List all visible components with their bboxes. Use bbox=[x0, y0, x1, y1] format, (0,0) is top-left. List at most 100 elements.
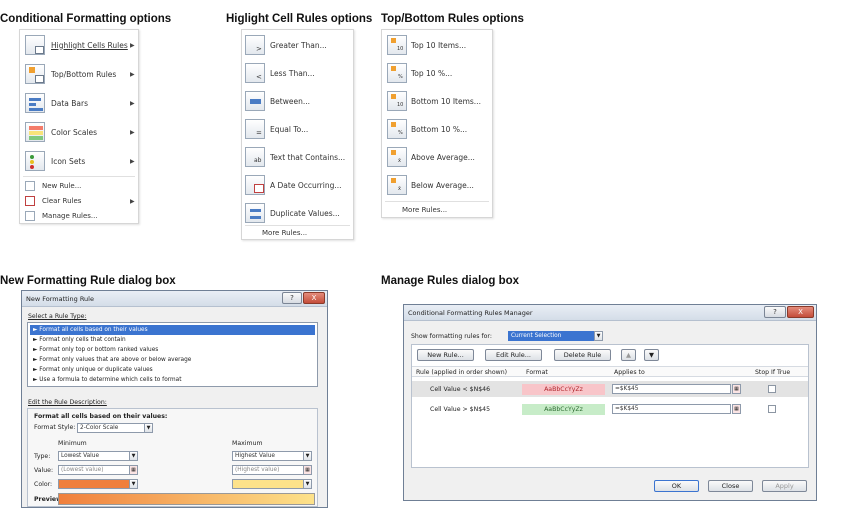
data-bars-icon bbox=[25, 93, 45, 113]
stop-if-true-checkbox[interactable] bbox=[768, 385, 776, 393]
menu-label: Below Average... bbox=[411, 180, 474, 190]
eraser-icon bbox=[25, 196, 35, 206]
move-up-button[interactable]: ▲ bbox=[621, 349, 636, 361]
range-picker-icon[interactable]: ▦ bbox=[303, 465, 312, 475]
max-value-input[interactable]: (Highest value) bbox=[232, 465, 304, 475]
chevron-right-icon: ▶ bbox=[130, 70, 135, 78]
close-dialog-button[interactable]: Close bbox=[708, 480, 753, 492]
menu-item-below-average[interactable]: x̄ Below Average... bbox=[382, 175, 492, 195]
menu-item-new-rule[interactable]: New Rule... bbox=[20, 179, 138, 193]
range-picker-icon[interactable]: ▦ bbox=[732, 384, 741, 394]
applies-to-input[interactable]: =$K$45 bbox=[612, 404, 731, 414]
rule-description-panel: Format all cells based on their values: … bbox=[27, 408, 318, 507]
select-rule-type-label: Select a Rule Type: bbox=[28, 313, 87, 320]
range-picker-icon[interactable]: ▦ bbox=[129, 465, 138, 475]
close-button[interactable]: X bbox=[303, 292, 325, 304]
below-average-icon: x̄ bbox=[387, 175, 407, 195]
menu-label: More Rules... bbox=[262, 229, 308, 237]
ok-button[interactable]: OK bbox=[654, 480, 699, 492]
menu-item-date-occurring[interactable]: A Date Occurring... bbox=[242, 175, 353, 195]
menu-item-manage-rules[interactable]: Manage Rules... bbox=[20, 209, 138, 223]
table-row[interactable]: Cell Value < $N$46 AaBbCcYyZz =$K$45 ▦ bbox=[412, 381, 808, 397]
manage-rules-icon bbox=[25, 211, 35, 221]
menu-label: Greater Than... bbox=[270, 40, 327, 50]
menu-item-equal-to[interactable]: = Equal To... bbox=[242, 119, 353, 139]
help-button[interactable]: ? bbox=[282, 292, 302, 304]
menu-item-greater-than[interactable]: > Greater Than... bbox=[242, 35, 353, 55]
max-color-picker[interactable] bbox=[232, 479, 304, 489]
menu-item-top-bottom[interactable]: Top/Bottom Rules ▶ bbox=[20, 64, 138, 84]
format-preview: AaBbCcYyZz bbox=[522, 404, 605, 415]
top-10-icon: 10 bbox=[387, 35, 407, 55]
chevron-down-icon[interactable]: ▼ bbox=[129, 479, 138, 489]
cf-options-title: Conditional Formatting options bbox=[0, 13, 172, 25]
rule-type-item[interactable]: ► Format only unique or duplicate values bbox=[30, 365, 315, 375]
table-row[interactable]: Cell Value > $N$45 AaBbCcYyZz =$K$45 ▦ bbox=[412, 401, 808, 417]
menu-item-more-rules[interactable]: More Rules... bbox=[242, 226, 353, 240]
menu-item-bottom-10-items[interactable]: 10 Bottom 10 Items... bbox=[382, 91, 492, 111]
menu-item-highlight-cells[interactable]: Highlight Cells Rules ▶ bbox=[20, 35, 138, 55]
chevron-down-icon[interactable]: ▼ bbox=[594, 331, 603, 341]
format-style-select[interactable]: 2-Color Scale bbox=[77, 423, 145, 433]
format-all-label: Format all cells based on their values: bbox=[34, 413, 168, 420]
menu-item-top-10-percent[interactable]: % Top 10 %... bbox=[382, 63, 492, 83]
new-rule-button[interactable]: New Rule... bbox=[417, 349, 474, 361]
show-rules-select[interactable]: Current Selection bbox=[508, 331, 594, 341]
move-down-button[interactable]: ▼ bbox=[644, 349, 659, 361]
help-button[interactable]: ? bbox=[764, 306, 786, 318]
close-button[interactable]: X bbox=[787, 306, 814, 318]
apply-button[interactable]: Apply bbox=[762, 480, 807, 492]
rule-type-list: ► Format all cells based on their values… bbox=[27, 322, 318, 387]
rules-manager-dialog: Conditional Formatting Rules Manager ? X… bbox=[403, 304, 817, 501]
top-bottom-rules-menu: 10 Top 10 Items... % Top 10 %... 10 Bott… bbox=[381, 29, 493, 218]
chevron-down-icon[interactable]: ▼ bbox=[144, 423, 153, 433]
rule-type-item[interactable]: ► Format only values that are above or b… bbox=[30, 355, 315, 365]
type-label: Type: bbox=[34, 453, 51, 460]
menu-label: Bottom 10 Items... bbox=[411, 96, 481, 106]
min-type-select[interactable]: Lowest Value bbox=[58, 451, 130, 461]
menu-item-above-average[interactable]: x̄ Above Average... bbox=[382, 147, 492, 167]
rule-type-item[interactable]: ► Use a formula to determine which cells… bbox=[30, 375, 315, 385]
delete-rule-button[interactable]: Delete Rule bbox=[554, 349, 611, 361]
chevron-down-icon[interactable]: ▼ bbox=[303, 479, 312, 489]
menu-item-text-contains[interactable]: ab Text that Contains... bbox=[242, 147, 353, 167]
rule-type-item[interactable]: ► Format only top or bottom ranked value… bbox=[30, 345, 315, 355]
menu-item-less-than[interactable]: < Less Than... bbox=[242, 63, 353, 83]
menu-item-bottom-10-percent[interactable]: % Bottom 10 %... bbox=[382, 119, 492, 139]
column-header: Applies to bbox=[614, 369, 645, 376]
highlight-options-title: Higlight Cell Rules options bbox=[226, 13, 373, 25]
menu-item-icon-sets[interactable]: Icon Sets ▶ bbox=[20, 151, 138, 171]
format-preview: AaBbCcYyZz bbox=[522, 384, 605, 395]
menu-item-data-bars[interactable]: Data Bars ▶ bbox=[20, 93, 138, 113]
min-value-input[interactable]: (Lowest value) bbox=[58, 465, 130, 475]
new-rule-title: New Formatting Rule dialog box bbox=[0, 275, 176, 287]
edit-rule-description-label: Edit the Rule Description: bbox=[28, 399, 107, 406]
menu-item-between[interactable]: Between... bbox=[242, 91, 353, 111]
max-type-select[interactable]: Highest Value bbox=[232, 451, 304, 461]
chevron-right-icon: ▶ bbox=[130, 41, 135, 49]
applies-to-input[interactable]: =$K$45 bbox=[612, 384, 731, 394]
range-picker-icon[interactable]: ▦ bbox=[732, 404, 741, 414]
chevron-down-icon[interactable]: ▼ bbox=[303, 451, 312, 461]
rule-type-item[interactable]: ► Format all cells based on their values bbox=[30, 325, 315, 335]
show-rules-label: Show formatting rules for: bbox=[411, 333, 492, 340]
menu-item-more-rules[interactable]: More Rules... bbox=[382, 203, 492, 217]
menu-item-duplicate-values[interactable]: Duplicate Values... bbox=[242, 203, 353, 223]
menu-label: Bottom 10 %... bbox=[411, 124, 468, 134]
min-color-picker[interactable] bbox=[58, 479, 130, 489]
edit-rule-button[interactable]: Edit Rule... bbox=[485, 349, 542, 361]
menu-item-top-10-items[interactable]: 10 Top 10 Items... bbox=[382, 35, 492, 55]
menu-item-clear-rules[interactable]: Clear Rules ▶ bbox=[20, 194, 138, 208]
above-average-icon: x̄ bbox=[387, 147, 407, 167]
chevron-right-icon: ▶ bbox=[130, 128, 135, 136]
manage-rules-title: Manage Rules dialog box bbox=[381, 275, 520, 287]
value-label: Value: bbox=[34, 467, 54, 474]
stop-if-true-checkbox[interactable] bbox=[768, 405, 776, 413]
menu-item-color-scales[interactable]: Color Scales ▶ bbox=[20, 122, 138, 142]
between-icon bbox=[245, 91, 265, 111]
conditional-formatting-menu: Highlight Cells Rules ▶ Top/Bottom Rules… bbox=[19, 29, 139, 224]
chevron-down-icon[interactable]: ▼ bbox=[129, 451, 138, 461]
rules-table-header: Rule (applied in order shown) Format App… bbox=[412, 366, 808, 377]
menu-label: Highlight Cells Rules bbox=[51, 40, 128, 50]
rule-type-item[interactable]: ► Format only cells that contain bbox=[30, 335, 315, 345]
